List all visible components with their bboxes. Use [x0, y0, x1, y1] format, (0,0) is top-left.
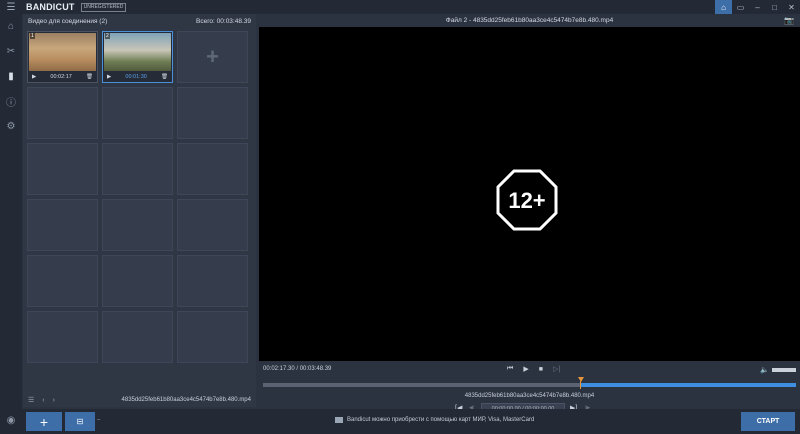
- player-controls: 00:02:17.30 / 00:03:48.39 ⏮ ▶ ■ ▷| 🔈: [259, 362, 800, 376]
- clip-number: 2: [105, 33, 110, 39]
- add-clip-plus-icon[interactable]: +: [177, 31, 248, 83]
- empty-slot: [27, 143, 98, 195]
- trash-icon[interactable]: 🗑: [161, 74, 168, 80]
- clip-duration: 00:02:17: [50, 74, 72, 80]
- empty-slot: [27, 311, 98, 363]
- empty-slot: [177, 255, 248, 307]
- window-controls: ⌂ ▭ – □ ✕: [715, 0, 800, 14]
- logo-text-main: BANDI: [26, 2, 56, 12]
- empty-slot: [177, 143, 248, 195]
- preview-area: Файл 2 - 4835dd25feb61b80aa3ce4c5474b7e8…: [259, 14, 800, 414]
- empty-slot: [102, 311, 173, 363]
- panel-title: Видео для соединения (2): [28, 17, 108, 25]
- empty-slot: [27, 199, 98, 251]
- playhead-stem: [580, 381, 581, 389]
- folder-icon[interactable]: ▭: [732, 0, 749, 14]
- total-duration: Всего: 00:03:48.39: [196, 17, 251, 25]
- hamburger-menu-icon[interactable]: ☰: [0, 0, 22, 14]
- play-icon[interactable]: ▶: [107, 74, 111, 80]
- prev-arrow-icon[interactable]: ‹: [42, 397, 44, 404]
- clip-bar: ▶ 00:01:30 🗑: [104, 72, 171, 82]
- maximize-icon[interactable]: □: [766, 0, 783, 14]
- next-frame-icon[interactable]: ▷|: [553, 365, 560, 373]
- play-icon[interactable]: ▶: [523, 365, 528, 373]
- camera-snapshot-icon[interactable]: 📷: [784, 16, 794, 25]
- home-nav-icon[interactable]: ⌂: [0, 14, 22, 39]
- clip-item[interactable]: 2 ▶ 00:01:30 🗑: [102, 31, 173, 83]
- skip-back-icon[interactable]: ⏮: [507, 365, 513, 373]
- timeline-selection: [580, 383, 796, 387]
- bottom-bar: + ⊟ – Bandicut можно приобрести с помощь…: [22, 409, 800, 434]
- left-nav: ⌂ ✂ ▮ ⓘ ⚙ ◉: [0, 14, 22, 434]
- clip-bar: ▶ 00:02:17 🗑: [29, 72, 96, 82]
- join-nav-icon[interactable]: ▮: [0, 64, 22, 89]
- panel-footer: ☰ ‹ › 4835dd25feb61b80aa3ce4c5474b7e8b.4…: [23, 393, 256, 407]
- info-nav-icon[interactable]: ⓘ: [0, 89, 22, 114]
- unregistered-badge[interactable]: UNREGISTERED: [80, 2, 127, 12]
- preview-header: Файл 2 - 4835dd25feb61b80aa3ce4c5474b7e8…: [259, 14, 800, 27]
- empty-slot: [177, 311, 248, 363]
- empty-slot: [27, 255, 98, 307]
- notice-text: Bandicut можно приобрести с помощью карт…: [347, 417, 535, 423]
- card-icon: [335, 417, 343, 423]
- purchase-notice: Bandicut можно приобрести с помощью карт…: [335, 417, 534, 423]
- preview-title: Файл 2 - 4835dd25feb61b80aa3ce4c5474b7e8…: [445, 17, 614, 24]
- empty-slot: [27, 87, 98, 139]
- timeline-filename: 4835dd25feb61b80aa3ce4c5474b7e8b.480.mp4: [464, 393, 595, 399]
- cut-nav-icon[interactable]: ✂: [0, 39, 22, 64]
- video-player[interactable]: 12+: [259, 27, 800, 361]
- empty-slot: [102, 87, 173, 139]
- stop-icon[interactable]: ■: [539, 366, 543, 373]
- speaker-icon[interactable]: 🔈: [760, 366, 769, 374]
- title-bar: ☰ BANDICUT UNREGISTERED ⌂ ▭ – □ ✕: [0, 0, 800, 14]
- empty-slot: [102, 143, 173, 195]
- trash-icon[interactable]: 🗑: [86, 74, 93, 80]
- bandicut-window: ☰ BANDICUT UNREGISTERED ⌂ ▭ – □ ✕ ⌂ ✂ ▮ …: [0, 0, 800, 434]
- empty-slot: [102, 255, 173, 307]
- close-icon[interactable]: ✕: [783, 0, 800, 14]
- volume-slider[interactable]: [772, 368, 796, 372]
- app-logo: BANDICUT: [26, 2, 75, 12]
- next-arrow-icon[interactable]: ›: [53, 397, 55, 404]
- empty-slot: [177, 87, 248, 139]
- list-view-icon[interactable]: ☰: [28, 396, 34, 404]
- settings-gear-icon[interactable]: ⚙: [0, 114, 22, 139]
- empty-slot: [102, 199, 173, 251]
- home-icon[interactable]: ⌂: [715, 0, 732, 14]
- play-icon[interactable]: ▶: [32, 74, 36, 80]
- selected-filename: 4835dd25feb61b80aa3ce4c5474b7e8b.480.mp4: [121, 397, 251, 403]
- clip-list-panel: Видео для соединения (2) Всего: 00:03:48…: [23, 14, 256, 407]
- playhead-marker[interactable]: [578, 377, 584, 382]
- add-files-button[interactable]: +: [26, 412, 62, 431]
- start-button[interactable]: СТАРТ: [741, 412, 795, 431]
- current-time: 00:02:17.30 / 00:03:48.39: [263, 366, 332, 372]
- clip-thumbnail: [104, 33, 171, 71]
- mode-button[interactable]: ⊟: [65, 412, 95, 431]
- age-rating-12-plus: 12+: [496, 169, 558, 231]
- mode-dropdown-icon[interactable]: –: [97, 417, 100, 423]
- clip-number: 1: [30, 33, 35, 39]
- minimize-icon[interactable]: –: [749, 0, 766, 14]
- playback-buttons: ⏮ ▶ ■ ▷|: [507, 362, 560, 376]
- empty-slot: [177, 199, 248, 251]
- panel-header: Видео для соединения (2) Всего: 00:03:48…: [23, 14, 256, 28]
- clip-thumbnail: [29, 33, 96, 71]
- timeline-track[interactable]: [263, 377, 796, 389]
- volume-control[interactable]: 🔈: [760, 366, 796, 374]
- clip-item[interactable]: 1 ▶ 00:02:17 🗑: [27, 31, 98, 83]
- logo-text-cut: CUT: [55, 2, 75, 12]
- rating-text: 12+: [508, 188, 545, 213]
- clip-duration: 00:01:30: [125, 74, 147, 80]
- record-icon[interactable]: ◉: [0, 415, 22, 426]
